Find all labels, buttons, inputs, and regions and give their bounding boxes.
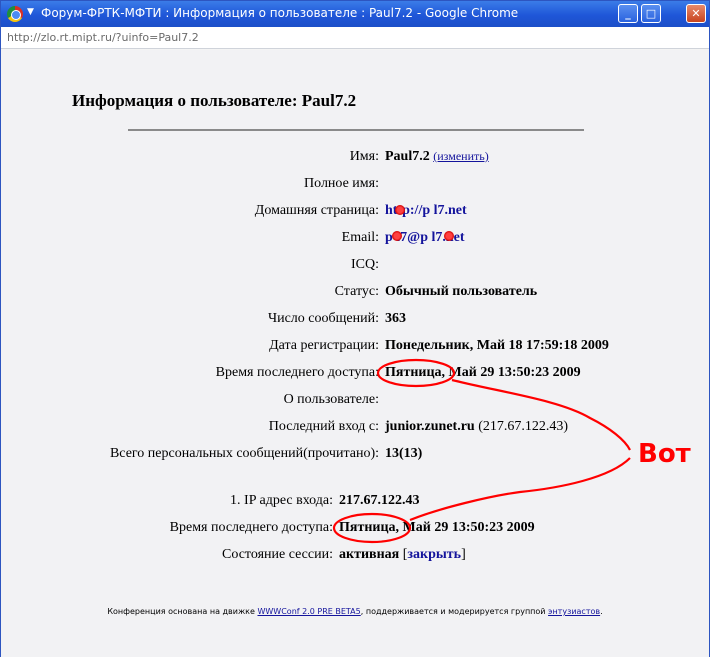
row-lastlogin: Последний вход с: junior.zunet.ru (217.6… — [1, 419, 709, 439]
fullname-label: Полное имя: — [304, 176, 379, 191]
row-about: О пользователе: — [1, 392, 709, 412]
posts-value: 363 — [385, 311, 406, 326]
row-name: Имя: Paul7.2 (изменить) — [1, 149, 709, 169]
title-bar[interactable]: ▼ Форум-ФРТК-МФТИ : Информация о пользов… — [1, 1, 709, 27]
session-lastaccess-value: Пятница, Май 29 13:50:23 2009 — [339, 520, 535, 535]
lastlogin-label: Последний вход с: — [268, 419, 379, 434]
pm-label: Всего персональных сообщений(прочитано): — [109, 446, 379, 461]
email-label: Email: — [341, 230, 379, 245]
row-email: Email: p l7@p l7.net — [1, 230, 709, 250]
censor-blot — [444, 231, 454, 241]
name-value: Paul7.2 — [385, 149, 430, 164]
maximize-button[interactable]: □ — [641, 4, 661, 23]
bracket-close: ] — [461, 547, 466, 562]
row-posts: Число сообщений: 363 — [1, 311, 709, 331]
change-profile-link[interactable]: (изменить) — [433, 149, 488, 163]
icq-label: ICQ: — [351, 257, 379, 272]
group-link[interactable]: энтузиастов — [548, 607, 600, 616]
address-bar[interactable]: http://zlo.rt.mipt.ru/?uinfo=Paul7.2 — [1, 27, 709, 49]
row-homepage: Домашняя страница: http://p l7.net — [1, 203, 709, 223]
row-session-state: Состояние сессии: активная [закрыть] — [1, 547, 709, 567]
footer-text-after: . — [600, 607, 603, 616]
row-session-ip: 1. IP адрес входа: 217.67.122.43 — [1, 493, 709, 513]
session-state-label: Состояние сессии: — [222, 547, 333, 562]
homepage-label: Домашняя страница: — [254, 203, 379, 218]
browser-window: ▼ Форум-ФРТК-МФТИ : Информация о пользов… — [0, 0, 710, 657]
regdate-label: Дата регистрации: — [269, 338, 379, 353]
close-button[interactable]: ✕ — [686, 4, 706, 23]
pm-value: 13(13) — [385, 446, 423, 461]
lastaccess-value: Пятница, Май 29 13:50:23 2009 — [385, 365, 581, 380]
footer: Конференция основана на движке WWWConf 2… — [1, 607, 709, 616]
window-menu-arrow-icon[interactable]: ▼ — [27, 7, 34, 17]
row-lastaccess: Время последнего доступа: Пятница, Май 2… — [1, 365, 709, 385]
page-content: Информация о пользователе: Paul7.2 Имя: … — [1, 50, 709, 657]
close-session-link[interactable]: закрыть — [407, 547, 461, 562]
status-label: Статус: — [334, 284, 379, 299]
regdate-value: Понедельник, Май 18 17:59:18 2009 — [385, 338, 609, 353]
status-value: Обычный пользователь — [385, 284, 538, 299]
session-state-value: активная — [339, 547, 400, 562]
posts-label: Число сообщений: — [268, 311, 379, 326]
footer-text-before: Конференция основана на движке — [107, 607, 258, 616]
footer-text-middle: , поддерживается и модерируется группой — [360, 607, 549, 616]
row-fullname: Полное имя: — [1, 176, 709, 196]
row-status: Статус: Обычный пользователь — [1, 284, 709, 304]
row-pm: Всего персональных сообщений(прочитано):… — [1, 446, 709, 466]
session-ip-value: 217.67.122.43 — [339, 493, 420, 508]
row-regdate: Дата регистрации: Понедельник, Май 18 17… — [1, 338, 709, 358]
session-lastaccess-label: Время последнего доступа: — [169, 520, 333, 535]
minimize-button[interactable]: _ — [618, 4, 638, 23]
censor-blot — [395, 205, 405, 215]
censor-blot — [392, 231, 402, 241]
window-title: Форум-ФРТК-МФТИ : Информация о пользоват… — [41, 6, 519, 20]
row-session-lastaccess: Время последнего доступа: Пятница, Май 2… — [1, 520, 709, 540]
engine-link[interactable]: WWWConf 2.0 PRE BETA5 — [257, 607, 360, 616]
about-label: О пользователе: — [283, 392, 379, 407]
lastlogin-host: junior.zunet.ru — [385, 419, 475, 434]
chrome-logo-icon[interactable] — [7, 6, 23, 22]
session-ip-label: 1. IP адрес входа: — [230, 493, 333, 508]
name-label: Имя: — [349, 149, 379, 164]
lastaccess-label: Время последнего доступа: — [215, 365, 379, 380]
lastlogin-ip: (217.67.122.43) — [478, 419, 569, 434]
row-icq: ICQ: — [1, 257, 709, 277]
title-divider — [128, 129, 584, 131]
url-text[interactable]: http://zlo.rt.mipt.ru/?uinfo=Paul7.2 — [7, 31, 199, 44]
page-title: Информация о пользователе: Paul7.2 — [72, 91, 357, 110]
